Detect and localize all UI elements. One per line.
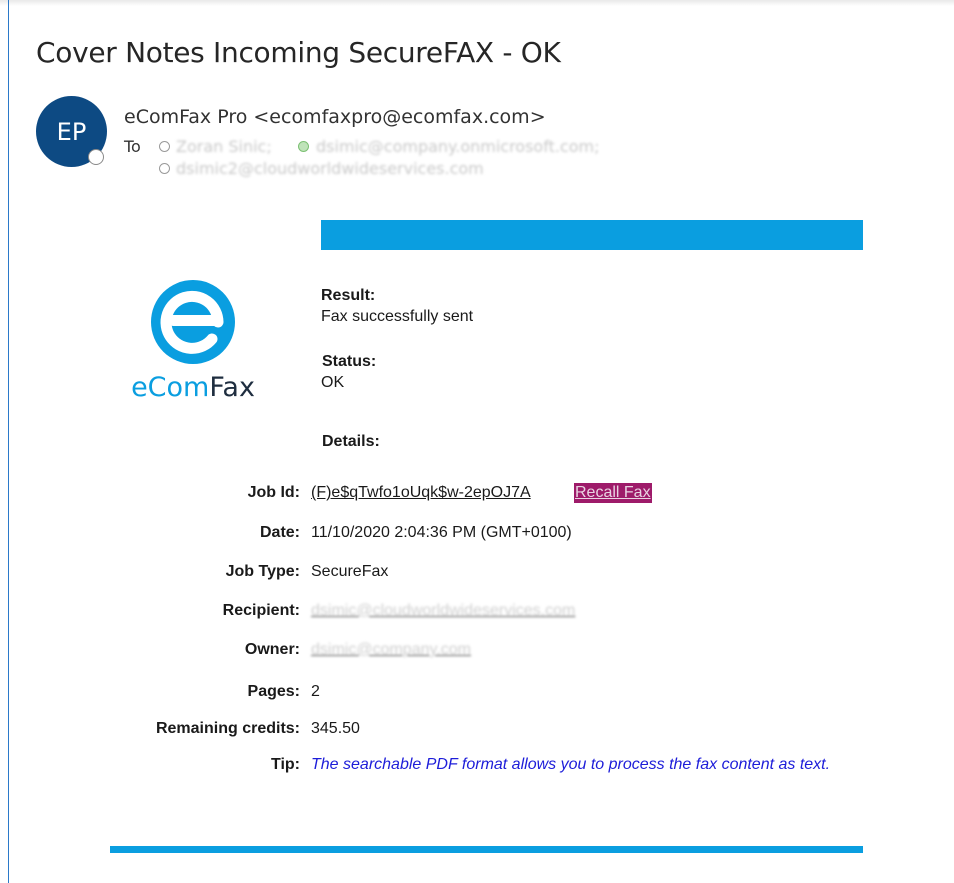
owner-label: Owner: [244,641,300,658]
recipient-3[interactable]: dsimic2@cloudworldwideservices.com [176,159,484,178]
footer-banner [110,846,863,853]
logo-wordmark-part2: Fax [209,372,255,403]
recipient-link[interactable]: dsimic@cloudworldwideservices.com [311,602,575,620]
result-label: Result: [321,287,376,304]
job-type-label: Job Type: [225,563,300,580]
owner-link[interactable]: dsimic@company.com [311,641,471,659]
sender-name[interactable]: eComFax Pro <ecomfaxpro@ecomfax.com> [124,106,546,128]
email-subject: Cover Notes Incoming SecureFAX - OK [36,36,561,69]
recipient-presence-icon [159,163,170,174]
avatar-initials: EP [56,117,87,146]
tip-label: Tip: [270,756,300,773]
recipient-2[interactable]: dsimic@company.onmicrosoft.com; [316,137,599,156]
tip-text: The searchable PDF format allows you to … [311,756,831,773]
recipient-label: Recipient: [222,602,300,619]
remaining-credits-label: Remaining credits: [155,720,300,737]
to-label: To [124,137,141,156]
status-label: Status: [322,353,377,370]
result-value: Fax successfully sent [321,308,474,325]
recipient-presence-icon [298,141,309,152]
job-id-label: Job Id: [247,484,300,501]
window-top-shade [0,0,954,6]
recall-fax-link[interactable]: Recall Fax [574,483,652,503]
remaining-credits-value: 345.50 [311,720,360,737]
job-type-value: SecureFax [311,563,389,580]
date-label: Date: [259,524,300,541]
pages-value: 2 [311,683,320,700]
recipient-1[interactable]: Zoran Sinic; [176,137,272,156]
details-label: Details: [322,433,380,450]
reading-pane-border [8,0,9,883]
pages-label: Pages: [247,683,300,700]
header-banner [321,220,863,250]
status-value: OK [321,374,345,391]
ecomfax-logo-wordmark: eComFax [126,372,260,403]
job-id-link[interactable]: (F)e$qTwfo1oUqk$w-2epOJ7A [311,484,531,502]
recipient-presence-icon [159,141,170,152]
logo-wordmark-part1: eCom [131,372,210,403]
date-value: 11/10/2020 2:04:36 PM (GMT+0100) [311,524,572,541]
presence-status-icon [88,149,104,165]
